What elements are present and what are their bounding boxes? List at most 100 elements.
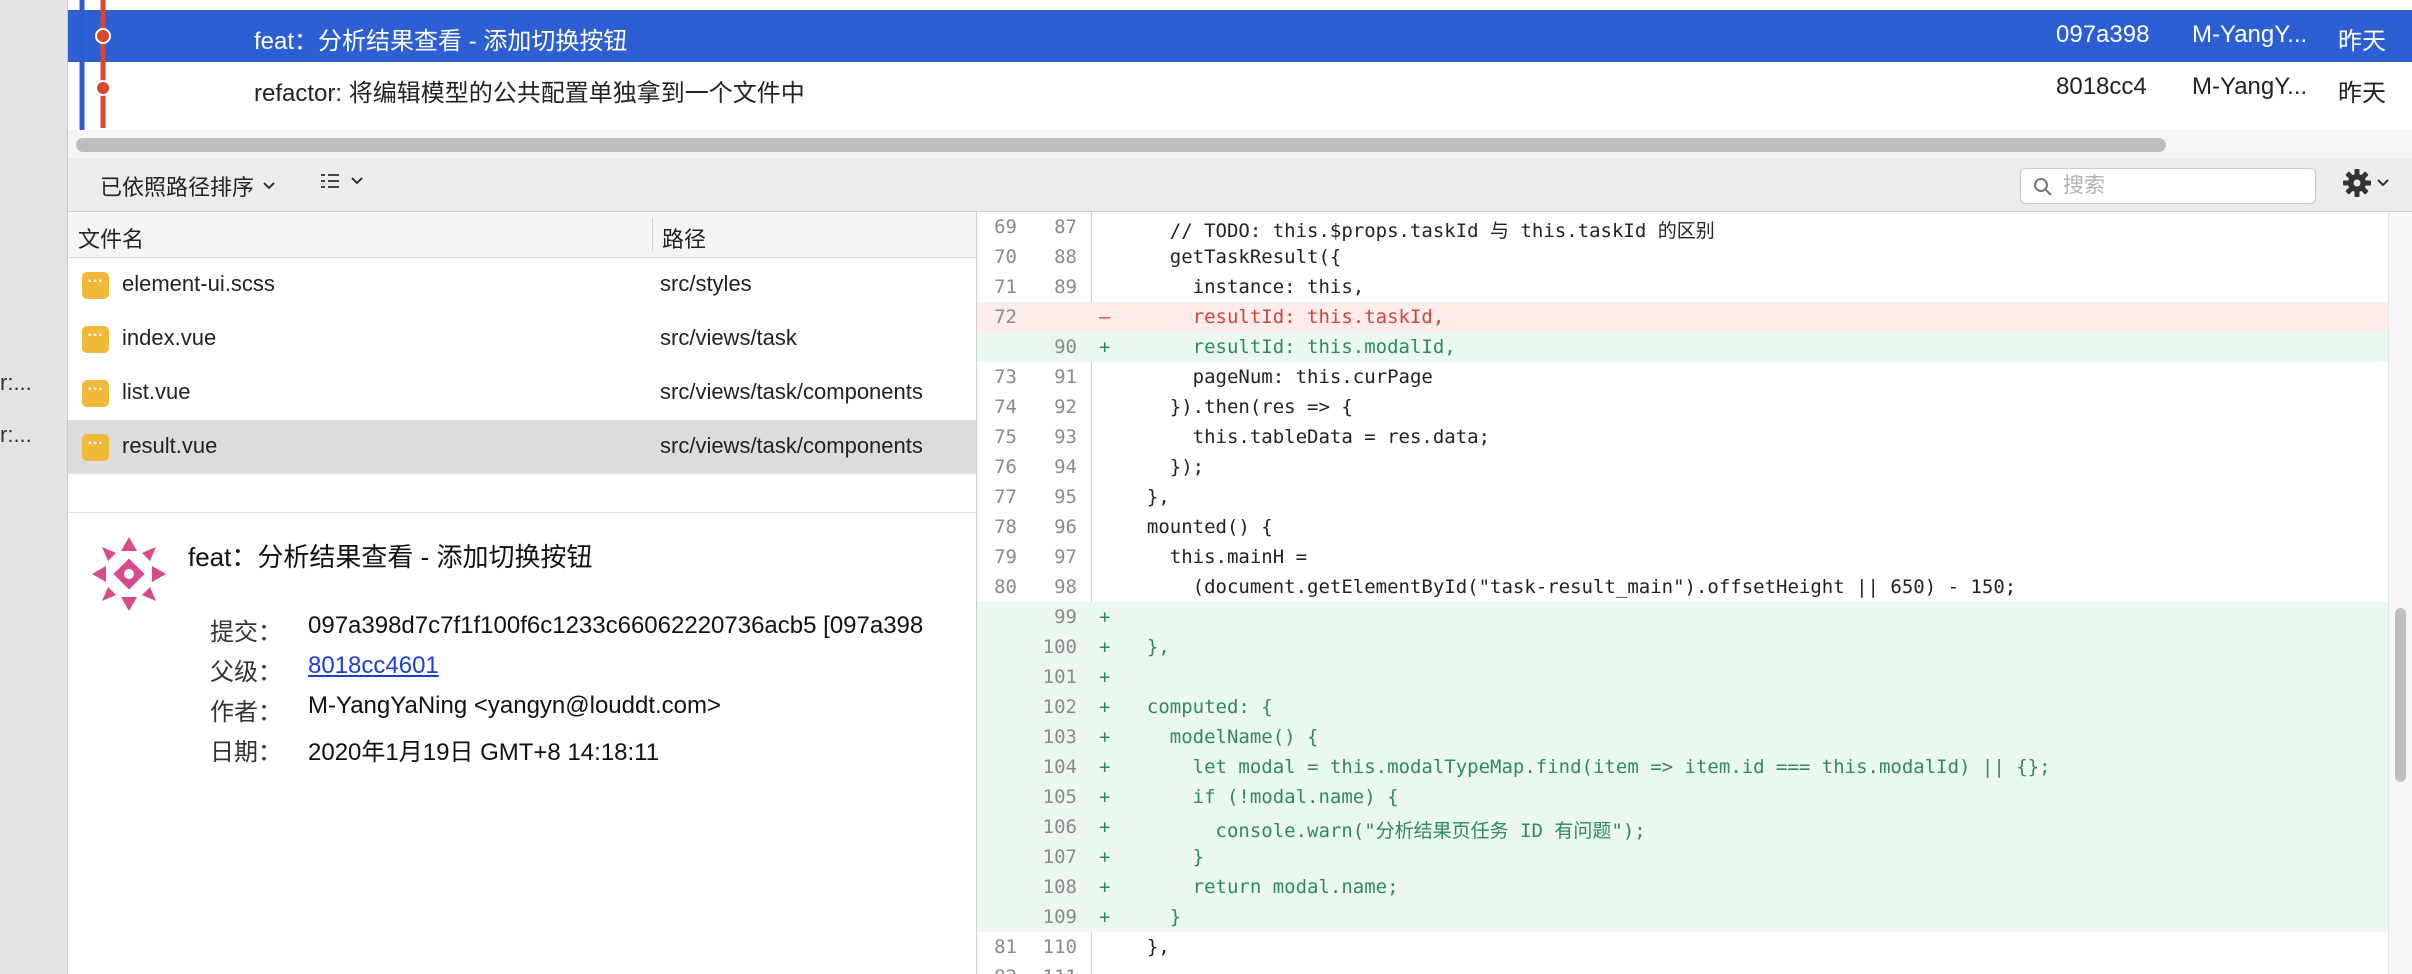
chevron-down-icon xyxy=(2377,179,2389,187)
file-name: element-ui.scss xyxy=(122,271,275,296)
diff-line-added[interactable]: 108 + return modal.name; xyxy=(977,872,2388,902)
file-row[interactable]: ··· list.vue src/views/task/components xyxy=(68,366,976,420)
diff-line[interactable]: 71 89 instance: this, xyxy=(977,272,2388,302)
diff-line-added[interactable]: 99 + xyxy=(977,602,2388,632)
code-text: modelName() { xyxy=(1124,726,1319,748)
view-mode-button[interactable] xyxy=(320,171,364,191)
code-text: mounted() { xyxy=(1124,516,1273,538)
gear-icon xyxy=(2343,169,2371,197)
old-line-number: 71 xyxy=(994,276,1017,298)
new-line-number: 95 xyxy=(1054,486,1077,508)
new-line-number: 90 xyxy=(1054,336,1077,358)
diff-line[interactable]: 73 91 pageNum: this.curPage xyxy=(977,362,2388,392)
diff-sign: + xyxy=(1099,636,1111,658)
diff-line-added[interactable]: 106 + console.warn("分析结果页任务 ID 有问题"); xyxy=(977,812,2388,842)
file-row[interactable]: ··· element-ui.scss src/styles xyxy=(68,258,976,312)
column-header-path[interactable]: 路径 xyxy=(662,222,706,254)
file-list-header: 文件名 路径 xyxy=(68,212,976,258)
old-line-number: 80 xyxy=(994,576,1017,598)
new-line-number: 106 xyxy=(1042,816,1077,838)
diff-line-added[interactable]: 103 + modelName() { xyxy=(977,722,2388,752)
old-line-number: 79 xyxy=(994,546,1017,568)
diff-sign: + xyxy=(1099,666,1111,688)
commit-graph xyxy=(79,0,111,130)
diff-line[interactable]: 79 97 this.mainH = xyxy=(977,542,2388,572)
vertical-scrollbar-thumb[interactable] xyxy=(2395,608,2406,782)
diff-line[interactable]: 74 92 }).then(res => { xyxy=(977,392,2388,422)
old-line-number: 82 xyxy=(977,966,1017,974)
settings-button[interactable] xyxy=(2342,168,2390,198)
search-box[interactable] xyxy=(2020,168,2316,204)
horizontal-scrollbar-thumb[interactable] xyxy=(76,138,2166,152)
vertical-scrollbar[interactable] xyxy=(2388,212,2412,974)
code-text: if (!modal.name) { xyxy=(1124,786,1399,808)
commit-id-value: 097a398d7c7f1f100f6c1233c66062220736acb5… xyxy=(308,612,924,639)
diff-sign: + xyxy=(1099,786,1111,808)
diff-line-added[interactable]: 100 + }, xyxy=(977,632,2388,662)
new-line-number: 103 xyxy=(1042,726,1077,748)
diff-line[interactable]: 77 95 }, xyxy=(977,482,2388,512)
diff-line-added[interactable]: 90 + resultId: this.modalId, xyxy=(977,332,2388,362)
diff-sign: + xyxy=(1099,816,1111,838)
diff-line[interactable]: 78 96 mounted() { xyxy=(977,512,2388,542)
commit-row[interactable]: refactor: 将编辑模型的公共配置单独拿到一个文件中 8018cc4 M-… xyxy=(68,62,2412,114)
code-text: }, xyxy=(1124,486,1170,508)
diff-line[interactable]: 80 98 (document.getElementById("task-resu… xyxy=(977,572,2388,602)
diff-line[interactable]: 81 110 }, xyxy=(977,932,2388,962)
diff-view[interactable]: 69 87 // TODO: this.$props.taskId 与 this.… xyxy=(976,212,2388,974)
commit-id-label: 提交： xyxy=(210,619,282,646)
diff-line[interactable]: 75 93 this.tableData = res.data; xyxy=(977,422,2388,452)
commit-list: feat：分析结果查看 - 添加切换按钮 097a398 M-YangY... … xyxy=(68,0,2412,130)
horizontal-scrollbar[interactable] xyxy=(68,130,2412,158)
diff-line[interactable]: 82 111 xyxy=(977,962,2388,974)
diff-line-added[interactable]: 105 + if (!modal.name) { xyxy=(977,782,2388,812)
parent-commit-link[interactable]: 8018cc4601 xyxy=(308,652,439,680)
search-icon xyxy=(2034,178,2052,196)
code-text: }, xyxy=(1124,936,1170,958)
sidebar-truncated-item[interactable]: r:... xyxy=(0,370,32,396)
date-label: 日期： xyxy=(210,739,282,766)
new-line-number: 88 xyxy=(1054,246,1077,268)
new-line-number: 104 xyxy=(1042,756,1077,778)
old-line-number: 69 xyxy=(994,216,1017,238)
diff-line-added[interactable]: 104 + let modal = this.modalTypeMap.find(… xyxy=(977,752,2388,782)
column-header-name[interactable]: 文件名 xyxy=(78,222,144,254)
graph-node xyxy=(95,80,111,96)
commit-author: M-YangY... xyxy=(2192,21,2308,48)
new-line-number: 102 xyxy=(1042,696,1077,718)
diff-line[interactable]: 76 94 }); xyxy=(977,452,2388,482)
new-line-number: 89 xyxy=(1054,276,1077,298)
diff-line[interactable]: 70 88 getTaskResult({ xyxy=(977,242,2388,272)
diff-line[interactable]: 69 87 // TODO: this.$props.taskId 与 this.… xyxy=(977,212,2388,242)
column-divider[interactable] xyxy=(652,218,653,252)
old-line-number: 72 xyxy=(994,306,1017,328)
modified-file-icon: ··· xyxy=(82,272,109,299)
old-line-number: 76 xyxy=(994,456,1017,478)
diff-line-added[interactable]: 101 + xyxy=(977,662,2388,692)
diff-line-added[interactable]: 102 + computed: { xyxy=(977,692,2388,722)
graph-node xyxy=(95,28,111,44)
sidebar-truncated-item[interactable]: r:... xyxy=(0,422,32,448)
old-line-number: 70 xyxy=(994,246,1017,268)
diff-sign: + xyxy=(1099,726,1111,748)
code-text: resultId: this.modalId, xyxy=(1124,336,1456,358)
commit-hash: 8018cc4 xyxy=(2056,73,2147,100)
code-text: resultId: this.taskId, xyxy=(1124,306,1445,328)
diff-line-added[interactable]: 107 + } xyxy=(977,842,2388,872)
file-row[interactable]: ··· index.vue src/views/task xyxy=(68,312,976,366)
file-name: result.vue xyxy=(122,433,218,458)
commit-author: M-YangY... xyxy=(2192,73,2308,100)
sort-button[interactable]: 已依照路径排序 xyxy=(100,170,276,202)
commit-row[interactable]: feat：分析结果查看 - 添加切换按钮 097a398 M-YangY... … xyxy=(68,10,2412,62)
diff-line-removed[interactable]: 72 – resultId: this.taskId, xyxy=(977,302,2388,332)
file-row[interactable]: ··· result.vue src/views/task/components xyxy=(68,420,976,474)
search-input[interactable] xyxy=(2063,173,2303,199)
commit-hash: 097a398 xyxy=(2056,21,2150,48)
code-text: }); xyxy=(1124,456,1205,478)
diff-sign: – xyxy=(1099,306,1111,328)
modified-file-icon: ··· xyxy=(82,434,109,461)
file-path: src/styles xyxy=(660,271,752,296)
diff-line-added[interactable]: 109 + } xyxy=(977,902,2388,932)
code-text: getTaskResult({ xyxy=(1124,246,1342,268)
diff-sign: + xyxy=(1099,336,1111,358)
